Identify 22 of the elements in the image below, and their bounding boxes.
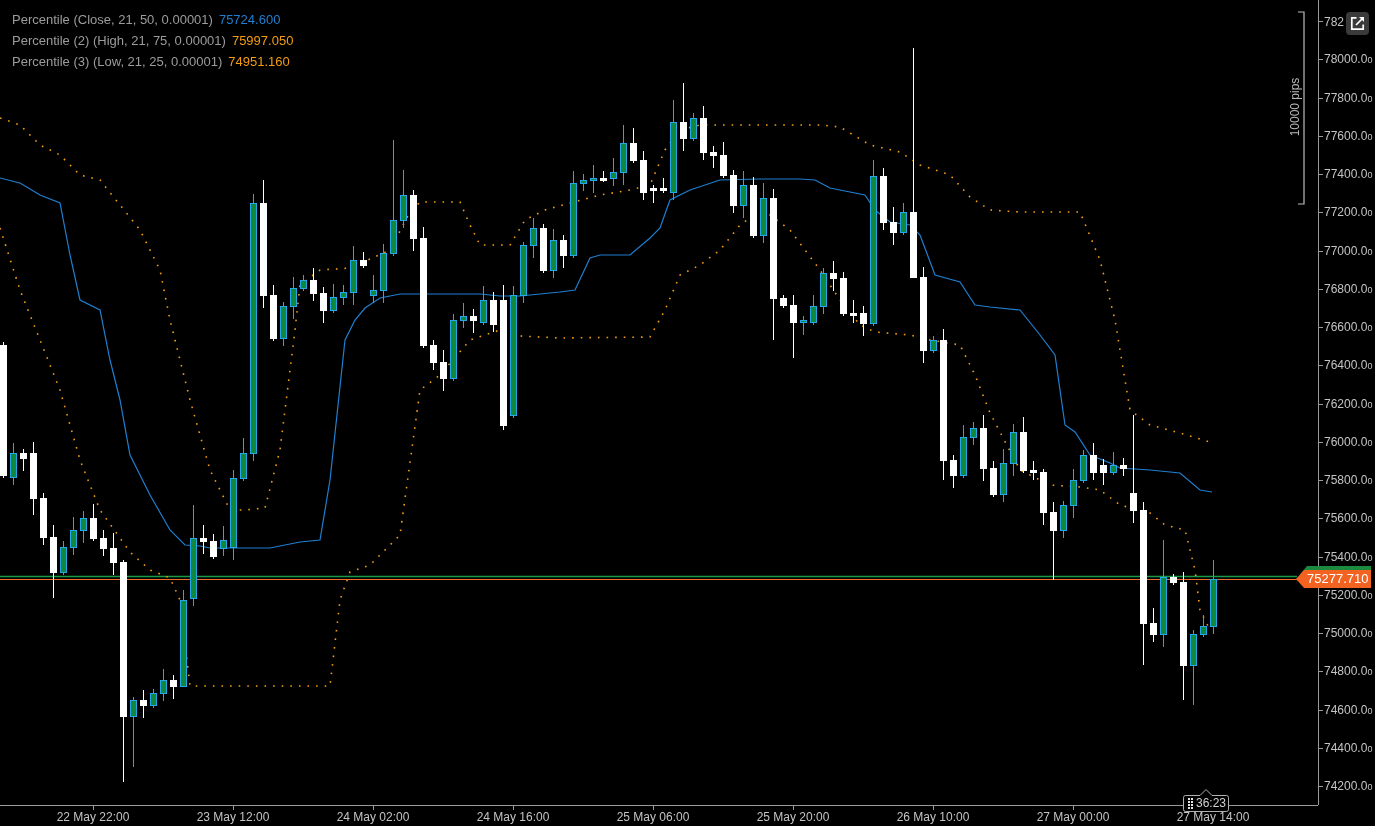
time-axis-label: 27 May 00:00 (1036, 810, 1110, 825)
time-axis-label: 22 May 22:00 (56, 810, 130, 825)
time-axis-label: 27 May 14:00 (1176, 810, 1250, 825)
indicator-value: 75997.050 (231, 32, 294, 50)
price-axis-label: 782 (1324, 14, 1345, 29)
scale-label: 10000 pips (1288, 77, 1302, 137)
external-link-icon (1350, 16, 1365, 31)
time-axis-label: 23 May 12:00 (196, 810, 270, 825)
dots-icon (1188, 798, 1193, 809)
time-axis-label: 25 May 20:00 (756, 810, 830, 825)
time-axis-label: 25 May 06:00 (616, 810, 690, 825)
indicator-value: 75724.600 (218, 11, 281, 29)
indicator-label[interactable]: Percentile (3) (Low, 21, 25, 0.00001) (12, 51, 223, 72)
indicator-label[interactable]: Percentile (Close, 21, 50, 0.00001) (12, 9, 213, 30)
time-axis-label: 26 May 10:00 (896, 810, 970, 825)
countdown-text: 36:23 (1196, 796, 1227, 811)
time-axis-label: 24 May 16:00 (476, 810, 550, 825)
time-axis-label: 24 May 02:00 (336, 810, 410, 825)
popout-button[interactable] (1346, 12, 1369, 35)
price-tag: 75277.710 (1296, 570, 1371, 588)
indicator-label[interactable]: Percentile (2) (High, 21, 75, 0.00001) (12, 30, 226, 51)
indicator-value: 74951.160 (228, 53, 290, 71)
